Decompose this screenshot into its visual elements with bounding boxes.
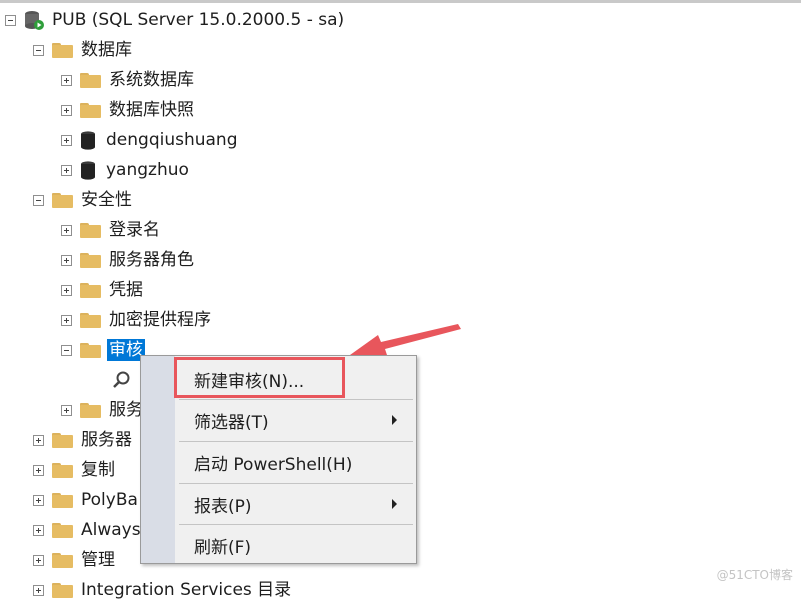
folder-icon — [52, 492, 73, 508]
tree-node-always-on[interactable]: Always — [33, 515, 141, 545]
menu-item-start-powershell[interactable]: 启动 PowerShell(H) — [175, 443, 413, 481]
folder-icon — [52, 522, 73, 538]
menu-separator — [179, 524, 413, 525]
tree-node-polybase[interactable]: PolyBa — [33, 485, 138, 515]
magnifier-icon — [112, 370, 132, 390]
menu-separator — [179, 483, 413, 484]
expand-icon[interactable] — [33, 494, 44, 506]
tree-node-management[interactable]: 管理 — [33, 545, 115, 575]
folder-icon — [80, 312, 101, 328]
server-audit-specs-label: 服务 — [109, 400, 143, 420]
system-databases-label: 系统数据库 — [109, 70, 194, 90]
expand-icon[interactable] — [61, 134, 72, 146]
db2-label: yangzhuo — [106, 160, 189, 180]
expand-icon[interactable] — [33, 554, 44, 566]
folder-icon — [80, 252, 101, 268]
expand-icon[interactable] — [33, 464, 44, 476]
expand-icon[interactable] — [33, 434, 44, 446]
expand-icon[interactable] — [61, 104, 72, 116]
database-icon — [80, 160, 96, 180]
collapse-icon[interactable] — [61, 344, 72, 356]
tree-node-db-dengqiushuang[interactable]: dengqiushuang — [61, 125, 238, 155]
folder-icon — [80, 342, 101, 358]
server-roles-label: 服务器角色 — [109, 250, 194, 270]
menu-item-label: 启动 PowerShell(H) — [194, 454, 353, 475]
folder-icon — [52, 432, 73, 448]
tree-node-integration-services[interactable]: Integration Services 目录 — [33, 575, 291, 605]
folder-icon — [80, 282, 101, 298]
databases-label: 数据库 — [81, 40, 132, 60]
db1-label: dengqiushuang — [106, 130, 238, 150]
menu-item-filter[interactable]: 筛选器(T) — [175, 401, 413, 439]
tree-node-filter-placeholder[interactable] — [112, 365, 132, 395]
replication-label: 复制 — [81, 460, 115, 480]
tree-node-db-snapshots[interactable]: 数据库快照 — [61, 95, 194, 125]
collapse-icon[interactable] — [33, 194, 44, 206]
expand-icon[interactable] — [61, 224, 72, 236]
annotation-arrow-icon — [350, 324, 461, 355]
collapse-icon[interactable] — [33, 44, 44, 56]
expand-icon[interactable] — [61, 164, 72, 176]
security-label: 安全性 — [81, 190, 132, 210]
folder-icon — [52, 582, 73, 598]
folder-icon — [80, 72, 101, 88]
expand-icon[interactable] — [61, 314, 72, 326]
tree-node-logins[interactable]: 登录名 — [61, 215, 160, 245]
logins-label: 登录名 — [109, 220, 160, 240]
tree-node-server-roles[interactable]: 服务器角色 — [61, 245, 194, 275]
folder-icon — [52, 552, 73, 568]
menu-separator — [179, 399, 413, 400]
menu-item-reports[interactable]: 报表(P) — [175, 485, 413, 523]
expand-icon[interactable] — [61, 284, 72, 296]
server-objects-label: 服务器 — [81, 430, 132, 450]
folder-icon — [80, 222, 101, 238]
tree-node-server-objects[interactable]: 服务器 — [33, 425, 132, 455]
polybase-label: PolyBa — [81, 490, 138, 510]
folder-icon — [52, 192, 73, 208]
expand-icon[interactable] — [33, 524, 44, 536]
watermark: @51CTO博客 — [716, 568, 793, 582]
expand-icon[interactable] — [61, 74, 72, 86]
folder-icon — [80, 102, 101, 118]
folder-icon — [80, 402, 101, 418]
collapse-icon[interactable] — [5, 14, 16, 26]
annotation-highlight-box — [174, 357, 345, 398]
expand-icon[interactable] — [61, 404, 72, 416]
submenu-arrow-icon — [392, 415, 397, 425]
menu-item-label: 刷新(F) — [194, 537, 252, 558]
integration-services-label: Integration Services 目录 — [81, 580, 292, 600]
management-label: 管理 — [81, 550, 115, 570]
db-snapshots-label: 数据库快照 — [109, 100, 194, 120]
tree-node-credentials[interactable]: 凭据 — [61, 275, 143, 305]
tree-node-crypto-providers[interactable]: 加密提供程序 — [61, 305, 211, 335]
crypto-providers-label: 加密提供程序 — [109, 310, 211, 330]
tree-node-security[interactable]: 安全性 — [33, 185, 132, 215]
expand-icon[interactable] — [33, 584, 44, 596]
folder-icon — [52, 462, 73, 478]
tree-node-replication[interactable]: 复制 — [33, 455, 115, 485]
tree-node-databases[interactable]: 数据库 — [33, 35, 132, 65]
always-on-label: Always — [81, 520, 141, 540]
database-icon — [80, 130, 96, 150]
tree-node-audits[interactable]: 审核 — [61, 335, 145, 365]
server-running-icon — [24, 10, 44, 30]
tree-node-system-databases[interactable]: 系统数据库 — [61, 65, 194, 95]
menu-item-label: 报表(P) — [194, 496, 252, 517]
tree-node-db-yangzhuo[interactable]: yangzhuo — [61, 155, 189, 185]
server-label: PUB (SQL Server 15.0.2000.5 - sa) — [52, 10, 345, 30]
menu-icon-gutter — [141, 356, 175, 563]
submenu-arrow-icon — [392, 499, 397, 509]
tree-node-server[interactable]: PUB (SQL Server 15.0.2000.5 - sa) — [5, 5, 344, 35]
tree-node-server-audit-specs[interactable]: 服务 — [61, 395, 143, 425]
menu-separator — [179, 441, 413, 442]
credentials-label: 凭据 — [109, 280, 143, 300]
menu-item-refresh[interactable]: 刷新(F) — [175, 526, 413, 564]
folder-icon — [52, 42, 73, 58]
menu-item-label: 筛选器(T) — [194, 412, 269, 433]
expand-icon[interactable] — [61, 254, 72, 266]
